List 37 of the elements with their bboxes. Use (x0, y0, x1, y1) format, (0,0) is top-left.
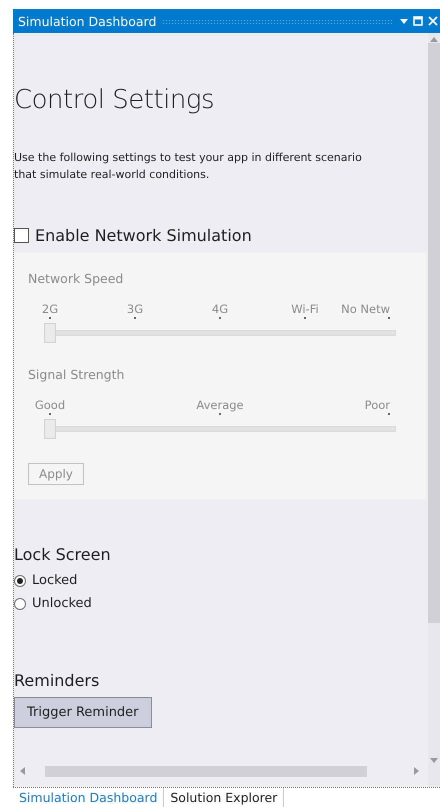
slider-label: Signal Strength (28, 367, 126, 382)
radio-label: Unlocked (32, 596, 92, 611)
slider-thumb[interactable] (44, 419, 56, 439)
tab[interactable]: Solution Explorer (164, 788, 284, 807)
description-text: Use the following settings to test your app in different scenario (14, 150, 362, 166)
tick-label: Wi-Fi (291, 302, 319, 316)
window-title: Simulation Dashboard (18, 14, 156, 28)
slider[interactable] (44, 323, 396, 343)
checkbox-label: Enable Network Simulation (35, 226, 252, 244)
close-icon[interactable] (428, 16, 438, 26)
slider-thumb[interactable] (44, 323, 56, 343)
description-text: that simulate real-world conditions. (14, 167, 210, 183)
radio-button[interactable] (14, 574, 26, 586)
slider[interactable] (44, 419, 396, 439)
tick-label: Poor (364, 398, 390, 412)
scroll-right-icon[interactable] (414, 767, 419, 775)
radio-button[interactable] (14, 598, 26, 610)
section-title: Lock Screen (14, 545, 112, 566)
tick-label: 3G (126, 302, 144, 316)
tick-label: No Netw (341, 302, 390, 316)
maximize-icon[interactable] (413, 16, 423, 26)
dropdown-icon[interactable] (400, 18, 408, 24)
radio-label: Locked (32, 573, 78, 588)
tick-label: Good (34, 398, 66, 412)
scrollbar-thumb[interactable] (45, 766, 367, 776)
tick-label: Average (196, 398, 244, 412)
slider-label: Network Speed (28, 271, 124, 286)
tab[interactable]: Simulation Dashboard (13, 788, 164, 807)
tick-label: 2G (42, 302, 58, 316)
scrollbar-thumb[interactable] (428, 43, 440, 623)
page-heading: Control Settings (14, 85, 215, 115)
scroll-down-icon[interactable] (430, 758, 438, 763)
checkbox[interactable] (14, 228, 29, 242)
tick-label: 4G (212, 302, 228, 316)
section-title: Reminders (14, 671, 100, 692)
scroll-left-icon[interactable] (20, 767, 25, 775)
trigger-reminder-button[interactable]: Trigger Reminder (14, 697, 152, 728)
